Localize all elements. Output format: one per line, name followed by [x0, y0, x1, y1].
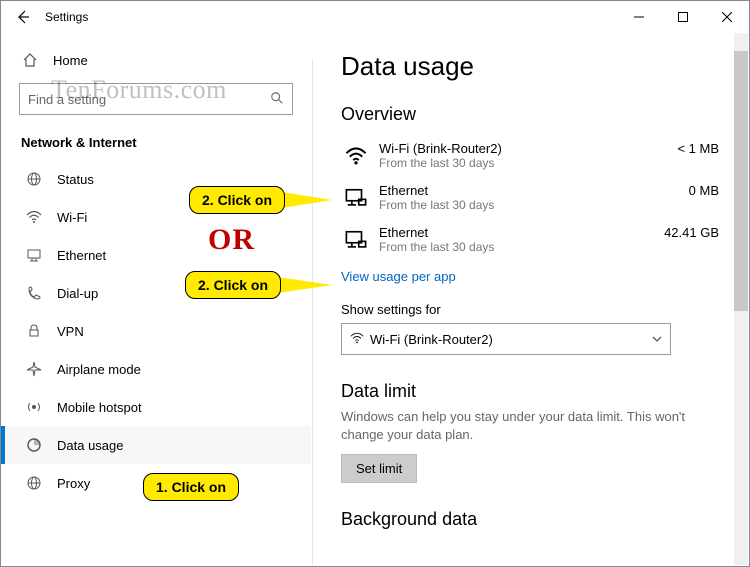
usage-row-wifi[interactable]: Wi-Fi (Brink-Router2) From the last 30 d…: [341, 135, 719, 177]
background-data-heading: Background data: [341, 509, 719, 530]
wifi-icon: [341, 141, 371, 171]
hotspot-icon: [25, 398, 43, 416]
usage-amount: < 1 MB: [677, 141, 719, 156]
callout-pointer: [278, 277, 332, 293]
chevron-down-icon: [652, 332, 662, 347]
view-usage-per-app-link[interactable]: View usage per app: [341, 269, 719, 284]
callout-2b: 2. Click on: [185, 271, 281, 299]
usage-name: Ethernet: [379, 183, 689, 198]
back-button[interactable]: [9, 3, 37, 31]
selected-value: Wi-Fi (Brink-Router2): [370, 332, 493, 347]
network-select[interactable]: Wi-Fi (Brink-Router2): [341, 323, 671, 355]
ethernet-icon: [341, 225, 371, 255]
usage-name: Wi-Fi (Brink-Router2): [379, 141, 677, 156]
sidebar-item-label: VPN: [57, 324, 84, 339]
callout-or: OR: [208, 223, 255, 257]
sidebar-item-label: Mobile hotspot: [57, 400, 142, 415]
sidebar-section-label: Network & Internet: [1, 123, 311, 160]
settings-window: Settings Home Find a setting Networ: [0, 0, 750, 567]
vpn-icon: [25, 322, 43, 340]
sidebar-item-label: Dial-up: [57, 286, 98, 301]
maximize-button[interactable]: [661, 2, 705, 32]
ethernet-icon: [341, 183, 371, 213]
sidebar-item-hotspot[interactable]: Mobile hotspot: [1, 388, 311, 426]
sidebar-item-ethernet[interactable]: Ethernet: [1, 236, 311, 274]
usage-sub: From the last 30 days: [379, 240, 664, 254]
home-button[interactable]: Home: [1, 41, 311, 79]
sidebar-item-label: Wi-Fi: [57, 210, 87, 225]
page-title: Data usage: [341, 51, 719, 82]
usage-name: Ethernet: [379, 225, 664, 240]
data-limit-heading: Data limit: [341, 381, 719, 402]
status-icon: [25, 170, 43, 188]
data-limit-description: Windows can help you stay under your dat…: [341, 408, 691, 444]
wifi-icon: [350, 331, 364, 348]
usage-amount: 42.41 GB: [664, 225, 719, 240]
show-settings-label: Show settings for: [341, 302, 719, 317]
home-label: Home: [53, 53, 88, 68]
sidebar-item-label: Airplane mode: [57, 362, 141, 377]
sidebar-item-label: Ethernet: [57, 248, 106, 263]
usage-sub: From the last 30 days: [379, 156, 677, 170]
overview-heading: Overview: [341, 104, 719, 125]
usage-amount: 0 MB: [689, 183, 719, 198]
ethernet-icon: [25, 246, 43, 264]
sidebar-item-label: Proxy: [57, 476, 90, 491]
callout-1: 1. Click on: [143, 473, 239, 501]
search-placeholder: Find a setting: [28, 92, 106, 107]
sidebar-item-data-usage[interactable]: Data usage: [1, 426, 311, 464]
wifi-icon: [25, 208, 43, 226]
callout-pointer: [282, 192, 332, 208]
sidebar-item-label: Data usage: [57, 438, 124, 453]
minimize-button[interactable]: [617, 2, 661, 32]
airplane-icon: [25, 360, 43, 378]
titlebar: Settings: [1, 1, 749, 33]
usage-sub: From the last 30 days: [379, 198, 689, 212]
dialup-icon: [25, 284, 43, 302]
search-icon: [270, 91, 284, 108]
window-title: Settings: [45, 10, 88, 24]
sidebar-item-vpn[interactable]: VPN: [1, 312, 311, 350]
data-usage-icon: [25, 436, 43, 454]
content-pane: Data usage Overview Wi-Fi (Brink-Router2…: [311, 33, 749, 566]
search-input[interactable]: Find a setting: [19, 83, 293, 115]
usage-row-ethernet-1[interactable]: Ethernet From the last 30 days 0 MB: [341, 177, 719, 219]
scrollbar-thumb[interactable]: [734, 51, 748, 311]
proxy-icon: [25, 474, 43, 492]
usage-row-ethernet-2[interactable]: Ethernet From the last 30 days 42.41 GB: [341, 219, 719, 261]
set-limit-button[interactable]: Set limit: [341, 454, 417, 483]
home-icon: [21, 51, 39, 69]
sidebar-item-label: Status: [57, 172, 94, 187]
callout-2a: 2. Click on: [189, 186, 285, 214]
sidebar-item-airplane[interactable]: Airplane mode: [1, 350, 311, 388]
close-button[interactable]: [705, 2, 749, 32]
